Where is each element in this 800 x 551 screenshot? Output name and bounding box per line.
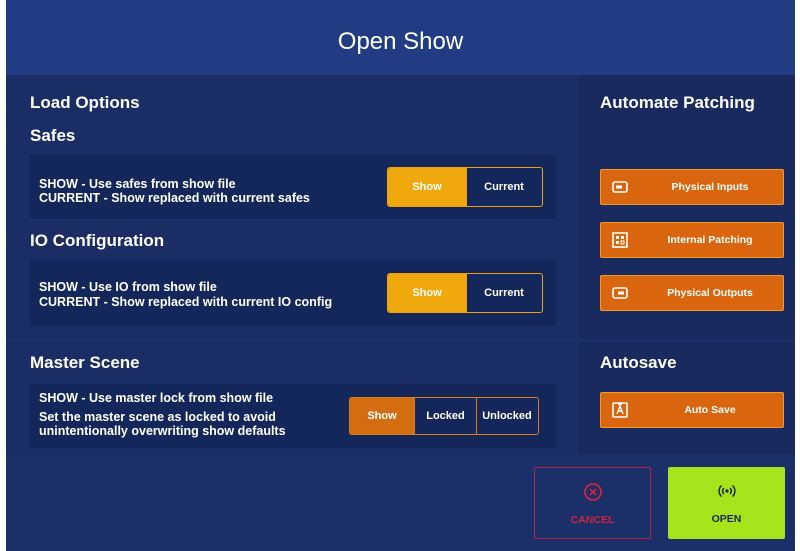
master-scene-panel: Master Scene SHOW - Use master lock from… [6, 342, 576, 454]
master-show-button[interactable]: Show [350, 398, 414, 434]
patch-matrix-icon [612, 232, 628, 248]
safes-toggle[interactable]: Show Current [387, 167, 543, 207]
physical-outputs-button[interactable]: Physical Outputs [600, 275, 784, 311]
automate-patching-heading: Automate Patching [600, 93, 755, 112]
safes-current-button[interactable]: Current [466, 168, 541, 206]
master-scene-desc-line2: Set the master scene as locked to avoid [39, 410, 276, 424]
open-show-dialog: Open Show Load Options Safes SHOW - Use … [6, 0, 795, 551]
broadcast-icon [717, 484, 736, 498]
cancel-label: CANCEL [570, 514, 615, 526]
io-desc-line1: SHOW - Use IO from show file [39, 280, 217, 294]
io-toggle[interactable]: Show Current [387, 273, 543, 313]
autosave-icon [612, 402, 628, 418]
autosave-heading: Autosave [600, 353, 677, 372]
master-unlocked-button[interactable]: Unlocked [476, 398, 537, 434]
load-options-panel: Load Options Safes SHOW - Use safes from… [6, 75, 576, 339]
input-icon [612, 181, 628, 193]
load-options-heading: Load Options [30, 93, 140, 112]
auto-save-button[interactable]: Auto Save [600, 392, 784, 428]
io-current-button[interactable]: Current [466, 274, 541, 312]
safes-heading: Safes [30, 126, 76, 145]
title-bar: Open Show [6, 0, 795, 75]
autosave-panel: Autosave Auto Save [578, 342, 795, 454]
safes-desc-line1: SHOW - Use safes from show file [39, 177, 236, 191]
master-locked-button[interactable]: Locked [414, 398, 476, 434]
auto-save-label: Auto Save [684, 404, 736, 416]
master-scene-desc-line3: unintentionally overwriting show default… [39, 424, 286, 438]
cancel-button[interactable]: CANCEL [534, 467, 651, 539]
physical-outputs-label: Physical Outputs [667, 287, 753, 299]
output-icon [612, 287, 628, 299]
master-scene-toggle[interactable]: Show Locked Unlocked [349, 397, 539, 435]
dialog-title: Open Show [337, 28, 464, 55]
io-option-box: SHOW - Use IO from show file CURRENT - S… [30, 260, 556, 326]
automate-patching-panel: Automate Patching Physical Inputs Intern… [578, 75, 795, 339]
internal-patching-label: Internal Patching [667, 234, 753, 246]
open-button[interactable]: OPEN [668, 467, 785, 539]
io-desc-line2: CURRENT - Show replaced with current IO … [39, 295, 333, 309]
io-show-button[interactable]: Show [388, 274, 466, 312]
internal-patching-button[interactable]: Internal Patching [600, 222, 784, 258]
safes-desc-line2: CURRENT - Show replaced with current saf… [39, 191, 310, 205]
physical-inputs-button[interactable]: Physical Inputs [600, 169, 784, 205]
open-label: OPEN [711, 513, 742, 525]
physical-inputs-label: Physical Inputs [671, 181, 749, 193]
safes-option-box: SHOW - Use safes from show file CURRENT … [30, 155, 556, 219]
master-scene-desc-line1: SHOW - Use master lock from show file [39, 391, 274, 405]
io-config-heading: IO Configuration [30, 231, 165, 250]
safes-show-button[interactable]: Show [388, 168, 466, 206]
master-scene-heading: Master Scene [30, 353, 140, 372]
master-scene-option-box: SHOW - Use master lock from show file Se… [30, 384, 556, 448]
cancel-icon [583, 483, 602, 501]
